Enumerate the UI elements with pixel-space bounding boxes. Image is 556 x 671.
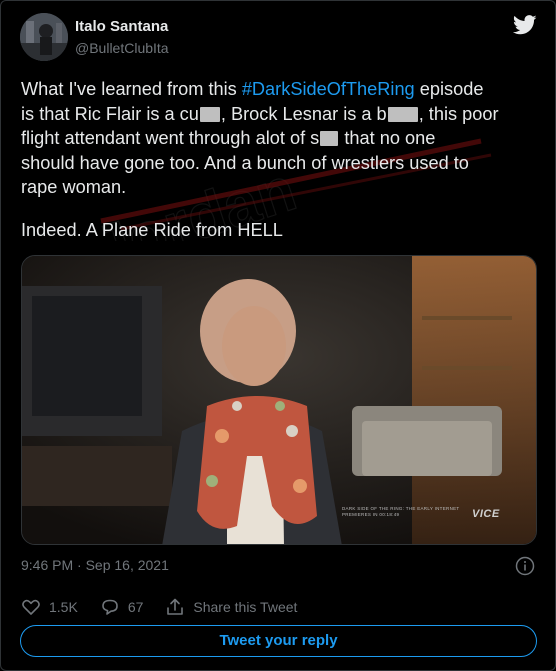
info-icon[interactable] bbox=[515, 556, 535, 576]
author-handle[interactable]: @BulletClubIta bbox=[75, 40, 169, 56]
tweet-text-segment: What I've learned from this bbox=[21, 79, 242, 99]
share-button[interactable]: Share this Tweet bbox=[165, 597, 297, 617]
media-image bbox=[22, 256, 536, 544]
reply-count: 67 bbox=[127, 599, 144, 615]
reply-bubble-icon bbox=[102, 599, 118, 615]
tweet-text-segment: rape woman. bbox=[21, 177, 127, 197]
like-button[interactable]: 1.5K bbox=[21, 597, 78, 617]
tweet-text-segment: , this poor bbox=[418, 103, 499, 124]
author-name[interactable]: Italo Santana bbox=[75, 18, 168, 35]
avatar[interactable] bbox=[20, 13, 68, 61]
tweet-card: Italo Santana @BulletClubIta Jordan What… bbox=[0, 0, 556, 671]
tweet-text-segment: should have gone too. And a bunch of wre… bbox=[21, 152, 469, 173]
media-chyron: DARK SIDE OF THE RING: THE EARLY INTERNE… bbox=[342, 506, 460, 517]
tweet-text-segment: , Brock Lesnar is a b bbox=[220, 103, 387, 124]
tweet-text-segment: flight attendant went through alot of s bbox=[21, 128, 320, 148]
twitter-bird-icon[interactable] bbox=[513, 15, 537, 35]
tweet-text-segment: is that Ric Flair is a cu bbox=[21, 103, 199, 124]
censor-block bbox=[387, 106, 418, 122]
tweet-text-segment: that no one bbox=[339, 128, 436, 148]
tweet-text-paragraph: Indeed. A Plane Ride from HELL bbox=[21, 220, 283, 240]
tweet-text-segment: episode bbox=[414, 79, 484, 99]
tweet-media[interactable]: DARK SIDE OF THE RING: THE EARLY INTERNE… bbox=[21, 255, 537, 545]
tweet-text: What I've learned from this #DarkSideOfT… bbox=[21, 77, 537, 200]
heart-icon bbox=[22, 599, 40, 615]
vice-logo: VICE bbox=[472, 508, 500, 520]
tweet-timestamp[interactable]: 9:46 PM · Sep 16, 2021 bbox=[21, 557, 169, 573]
share-label: Share this Tweet bbox=[193, 599, 298, 615]
like-count: 1.5K bbox=[49, 599, 78, 615]
share-icon bbox=[167, 598, 184, 615]
censor-block bbox=[320, 131, 339, 146]
avatar-image bbox=[20, 13, 68, 61]
hashtag-link[interactable]: #DarkSideOfTheRing bbox=[242, 79, 415, 99]
reply-button[interactable]: 67 bbox=[100, 597, 144, 617]
censor-block bbox=[199, 106, 220, 122]
tweet-your-reply-button[interactable]: Tweet your reply bbox=[20, 625, 537, 657]
tweet-actions: 1.5K 67 Share this Tweet bbox=[21, 595, 319, 619]
